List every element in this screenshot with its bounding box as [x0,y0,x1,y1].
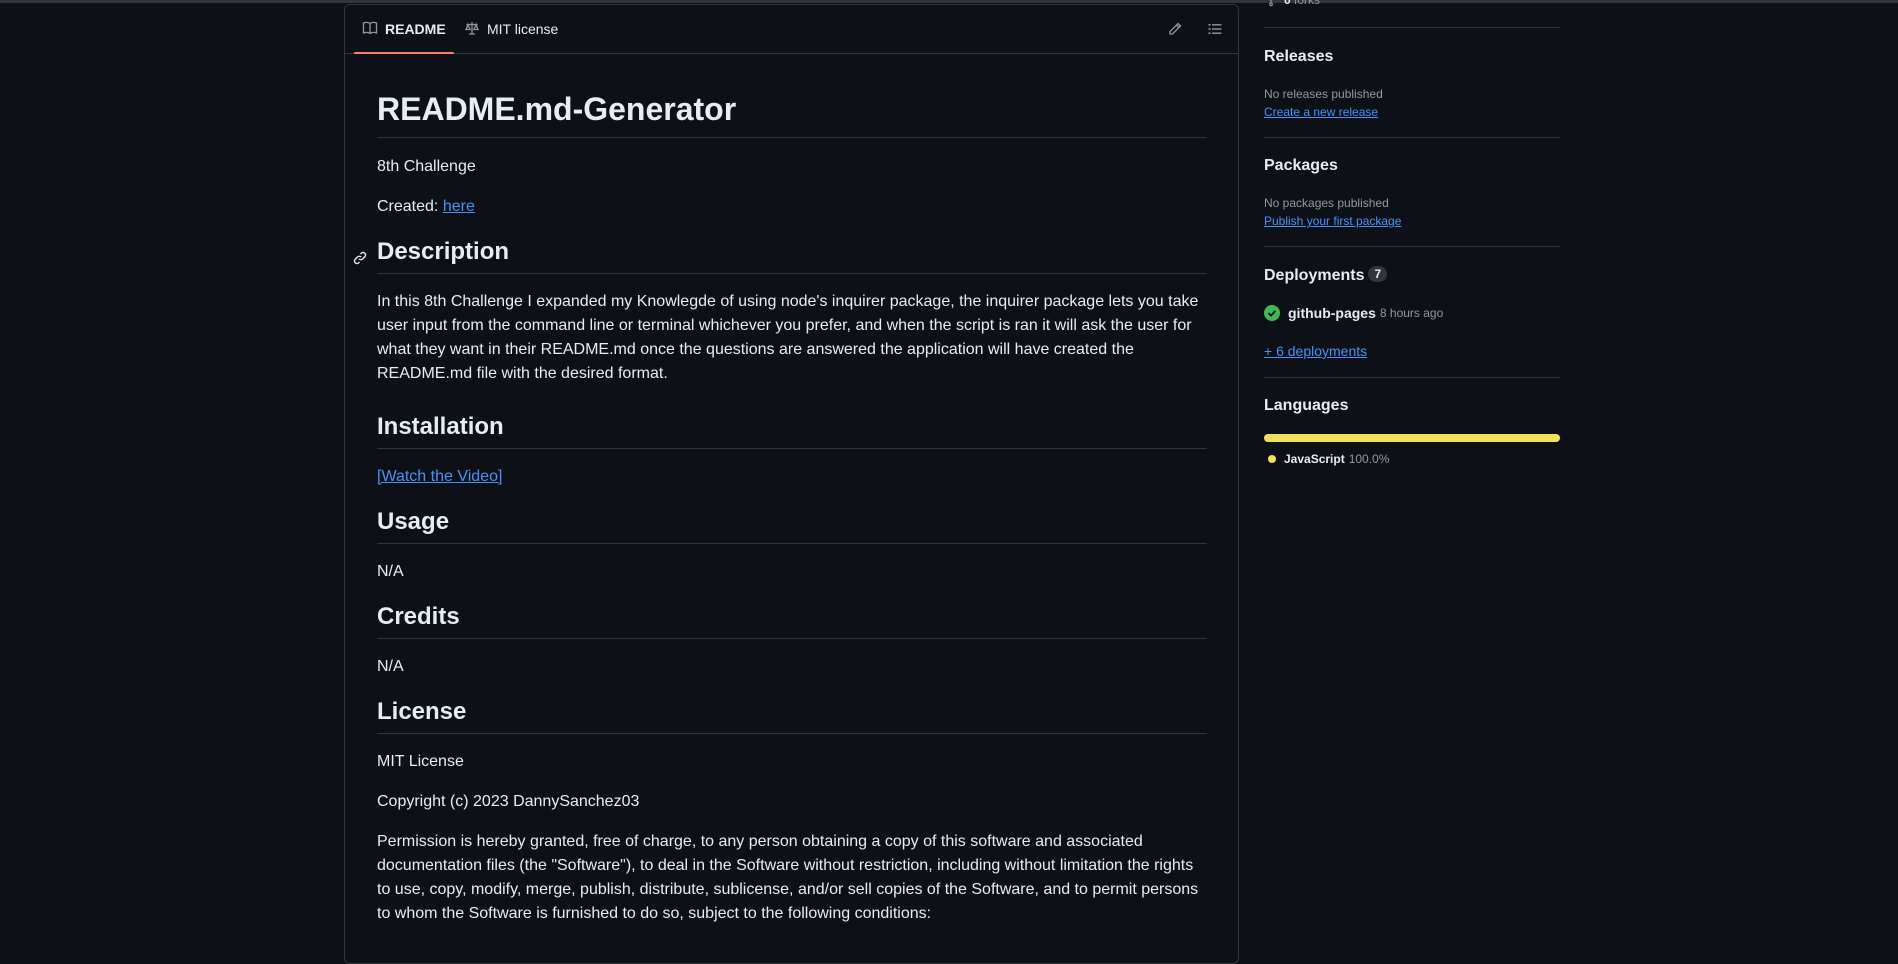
language-item-javascript[interactable]: JavaScript 100.0% [1268,452,1389,466]
heading-credits: Credits [377,602,1207,639]
permission-text: Permission is hereby granted, free of ch… [377,833,1199,922]
deployments-heading-text: Deployments [1264,267,1365,284]
edit-file-button[interactable] [1165,19,1185,39]
forks-label: forks [1294,0,1321,7]
link-icon[interactable] [352,244,368,265]
tab-mit-license[interactable]: MIT license [464,5,558,53]
description-text: In this 8th Challenge I expanded my Know… [377,293,1199,382]
deployment-item: github-pages 8 hours ago [1264,305,1443,321]
divider [1264,246,1560,247]
law-icon [464,20,480,39]
forks-count: 0 [1284,0,1291,7]
license-name: MIT License [377,753,464,770]
language-bar-javascript [1264,434,1560,442]
usage-text: N/A [377,563,404,580]
heading-usage: Usage [377,507,1207,544]
pencil-icon [1167,21,1183,37]
created-prefix: Created: [377,198,439,215]
releases-heading[interactable]: Releases [1264,48,1333,66]
created-here-link[interactable]: here [443,198,475,215]
packages-heading[interactable]: Packages [1264,157,1338,175]
created-line: Created: here [377,195,1207,219]
github-pages-link[interactable]: github-pages [1288,305,1376,321]
divider [1264,137,1560,138]
deployments-count-badge: 7 [1368,266,1388,282]
deployment-time: 8 hours ago [1379,306,1444,320]
language-bar [1264,434,1560,442]
heading-description: Description [353,237,1207,274]
language-name: JavaScript [1284,452,1345,466]
language-percent: 100.0% [1348,452,1390,466]
check-circle-icon [1264,305,1280,321]
readme-panel: README MIT license README.md-Generator 8… [344,4,1239,964]
outline-button[interactable] [1205,19,1225,39]
language-color-dot [1268,455,1276,463]
forks-stat[interactable]: 0 forks [1264,0,1320,7]
copyright-text: Copyright (c) 2023 DannySanchez03 [377,793,640,810]
more-deployments-link[interactable]: + 6 deployments [1264,343,1367,359]
readme-tabbar: README MIT license [345,5,1238,54]
fork-icon [1264,0,1278,7]
book-icon [362,20,378,39]
tab-readme[interactable]: README [354,5,454,54]
no-packages-text: No packages published [1264,196,1389,210]
window-top-border [0,0,1898,3]
tab-readme-label: README [385,21,446,37]
readme-content: README.md-Generator 8th Challenge Create… [353,53,1207,926]
tab-mit-license-label: MIT license [487,21,559,37]
heading-installation: Installation [377,412,1207,449]
create-release-link[interactable]: Create a new release [1264,105,1378,119]
list-unordered-icon [1207,21,1223,37]
installation-line: [Watch the Video] [377,465,1207,489]
deployments-heading[interactable]: Deployments 7 [1264,266,1388,285]
divider [1264,377,1560,378]
readme-subtitle: 8th Challenge [377,158,476,175]
publish-package-link[interactable]: Publish your first package [1264,214,1401,228]
divider [1264,27,1560,28]
watch-video-link[interactable]: [Watch the Video] [377,468,502,485]
heading-license: License [377,697,1207,734]
languages-heading: Languages [1264,397,1349,414]
readme-title: README.md-Generator [377,89,1207,138]
no-releases-text: No releases published [1264,87,1383,101]
heading-description-text: Description [377,238,510,265]
credits-text: N/A [377,658,404,675]
